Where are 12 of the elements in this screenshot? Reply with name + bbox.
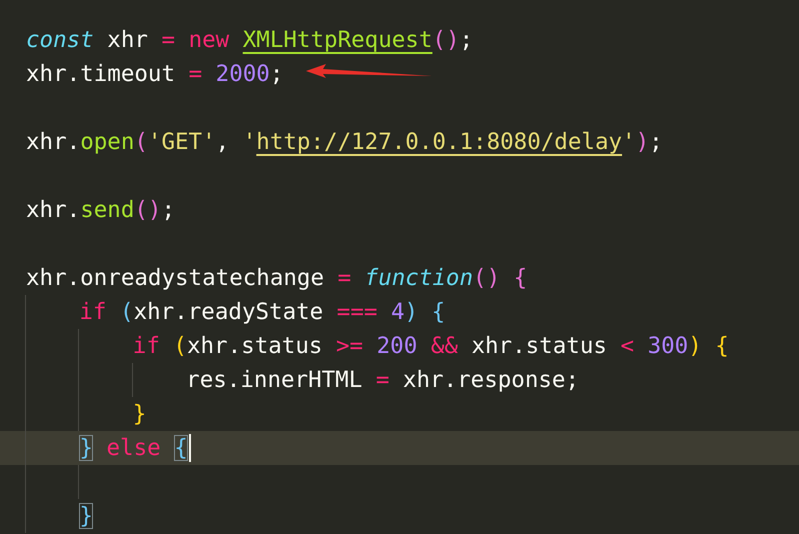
code-line: xhr.send(); (26, 196, 176, 225)
code-line: xhr.timeout = 2000; (26, 60, 284, 89)
code-line: } else { (79, 434, 188, 463)
code-line: xhr.onreadystatechange = function() { (26, 264, 528, 293)
code-line: xhr.open('GET', 'http://127.0.0.1:8080/delay'); (26, 128, 663, 157)
code-line: res.innerHTML = xhr.response; (186, 366, 580, 395)
code-line: } (79, 502, 93, 531)
code-line: if (xhr.readyState === 4) { (79, 298, 446, 327)
code-line: } (132, 400, 146, 429)
text-cursor (188, 434, 191, 462)
code-line: if (xhr.status >= 200 && xhr.status < 300) { (132, 332, 729, 361)
code-line: const xhr = new XMLHttpRequest(); (26, 26, 474, 55)
